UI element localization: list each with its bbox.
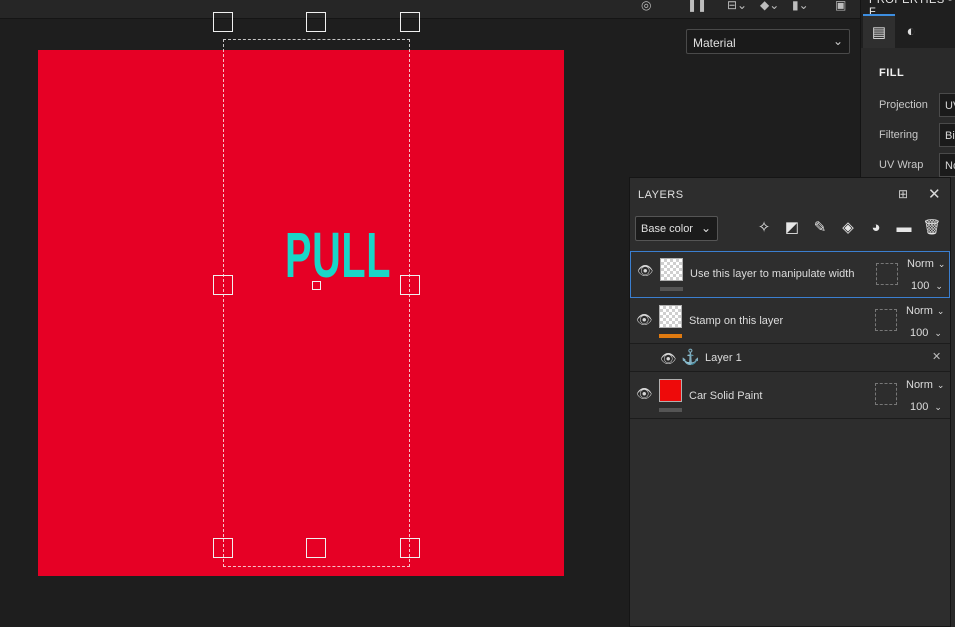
add-mask-icon[interactable]: ◩ [782, 218, 802, 238]
transform-handle-top[interactable] [306, 12, 326, 32]
hidden-visibility-icon[interactable]: ◎ [641, 0, 651, 12]
stamp-text: PULL [285, 219, 392, 291]
eye-icon[interactable]: 👁 [637, 263, 654, 278]
layer-row[interactable]: 👁 Car Solid Paint Norm ⌄ 100 ⌄ [630, 373, 950, 419]
filtering-label: Filtering [879, 129, 919, 141]
add-fill-layer-icon[interactable]: ◈ [838, 218, 858, 238]
opacity-value: 100 [910, 401, 929, 413]
eye-icon[interactable]: 👁 [636, 386, 653, 401]
transform-handle-right[interactable] [400, 275, 420, 295]
blend-mode-select[interactable]: Norm ⌄ [906, 305, 944, 317]
layer-name: Car Solid Paint [689, 390, 763, 402]
projection-label: Projection [879, 99, 928, 111]
layer-thumbnail [659, 305, 682, 328]
layer-thumbnail-bar [660, 287, 683, 291]
opacity-field[interactable]: 100 ⌄ [910, 327, 942, 339]
smart-material-icon[interactable]: ◕ [866, 218, 886, 238]
dock-panel-icon[interactable]: ⊞ [898, 187, 908, 201]
pause-icon[interactable]: ❚❚ [687, 0, 707, 12]
chevron-down-icon: ⌄ [937, 259, 946, 269]
projection-select[interactable]: UV [939, 93, 955, 117]
blend-mode-select[interactable]: Norm ⌄ [906, 379, 944, 391]
add-effect-icon[interactable]: ✧ [754, 218, 774, 238]
opacity-value: 100 [911, 280, 930, 292]
material-dropdown[interactable]: Material ⌄ [686, 29, 850, 54]
uv-wrap-select[interactable]: No [939, 153, 955, 177]
camera-icon[interactable]: ▮⌄ [792, 0, 809, 12]
layer-row[interactable]: 👁 Use this layer to manipulate width Nor… [630, 251, 950, 298]
blend-mode-label: Norm [906, 305, 933, 317]
top-toolbar: ◎ ❚❚ ⊟⌄ ◆⌄ ▮⌄ ▣ [0, 0, 860, 19]
transform-handle-top-left[interactable] [213, 12, 233, 32]
layer-name: Use this layer to manipulate width [690, 268, 855, 280]
uv-wrap-label: UV Wrap [879, 159, 924, 171]
blend-mode-select[interactable]: Norm ⌄ [907, 258, 945, 270]
chevron-down-icon: ⌄ [935, 281, 943, 291]
chevron-down-icon: ⌄ [700, 221, 711, 235]
add-paint-layer-icon[interactable]: ✎ [810, 218, 830, 238]
layer-mask-slot[interactable] [875, 309, 897, 331]
material-sphere-icon[interactable]: ◐ [895, 14, 927, 48]
eye-icon[interactable]: 👁 [636, 312, 653, 327]
delete-icon[interactable]: 🗑 [922, 218, 942, 238]
anchor-icon: ⚓ [681, 349, 700, 366]
screenshot-icon[interactable]: ▣ [835, 0, 846, 12]
properties-tab-bar: PROPERTIES - F ▤ ◐ [861, 0, 955, 48]
layer-mask-slot[interactable] [876, 263, 898, 285]
blend-mode-label: Norm [906, 379, 933, 391]
transform-handle-bottom-left[interactable] [213, 538, 233, 558]
remove-icon[interactable]: ✕ [932, 350, 941, 363]
cube-icon[interactable]: ◆⌄ [760, 0, 779, 12]
opacity-field[interactable]: 100 ⌄ [910, 401, 942, 413]
layers-title: LAYERS [638, 189, 684, 201]
transform-handle-top-right[interactable] [400, 12, 420, 32]
layer-thumbnail [660, 258, 683, 281]
filtering-select[interactable]: Bil [939, 123, 955, 147]
transform-handle-left[interactable] [213, 275, 233, 295]
eye-icon[interactable]: 👁 [660, 351, 677, 366]
transform-handle-bottom-right[interactable] [400, 538, 420, 558]
chevron-down-icon: ⌄ [934, 328, 942, 338]
layers-panel: LAYERS ⊞ ✕ Base color ⌄ ✧ ◩ ✎ ◈ ◕ ▬ 🗑 👁 … [629, 177, 951, 627]
layer-thumbnail [659, 379, 682, 402]
channel-dropdown-label: Base color [641, 223, 693, 235]
channel-dropdown[interactable]: Base color ⌄ [635, 216, 718, 241]
sublayer-name: Layer 1 [705, 352, 742, 364]
chevron-down-icon: ⌄ [936, 380, 945, 390]
material-dropdown-label: Material [693, 36, 736, 50]
layer-row[interactable]: 👁 Stamp on this layer Norm ⌄ 100 ⌄ [630, 299, 950, 344]
split-view-icon[interactable]: ⊟⌄ [727, 0, 747, 12]
transform-handle-bottom[interactable] [306, 538, 326, 558]
close-icon[interactable]: ✕ [928, 185, 941, 203]
sublayer-row[interactable]: 👁 ⚓ Layer 1 ✕ [630, 344, 950, 372]
layer-mask-slot[interactable] [875, 383, 897, 405]
opacity-value: 100 [910, 327, 929, 339]
chevron-down-icon: ⌄ [936, 306, 945, 316]
add-folder-icon[interactable]: ▬ [894, 218, 914, 238]
blend-mode-label: Norm [907, 258, 934, 270]
chevron-down-icon: ⌄ [934, 402, 942, 412]
fill-section-title: FILL [879, 67, 905, 79]
stamp-bounding-box[interactable] [223, 39, 410, 567]
chevron-down-icon: ⌄ [832, 34, 843, 48]
layer-name: Stamp on this layer [689, 315, 784, 327]
fill-properties-icon[interactable]: ▤ [863, 14, 895, 48]
layer-thumbnail-bar [659, 408, 682, 412]
opacity-field[interactable]: 100 ⌄ [911, 280, 943, 292]
layer-thumbnail-bar [659, 334, 682, 338]
